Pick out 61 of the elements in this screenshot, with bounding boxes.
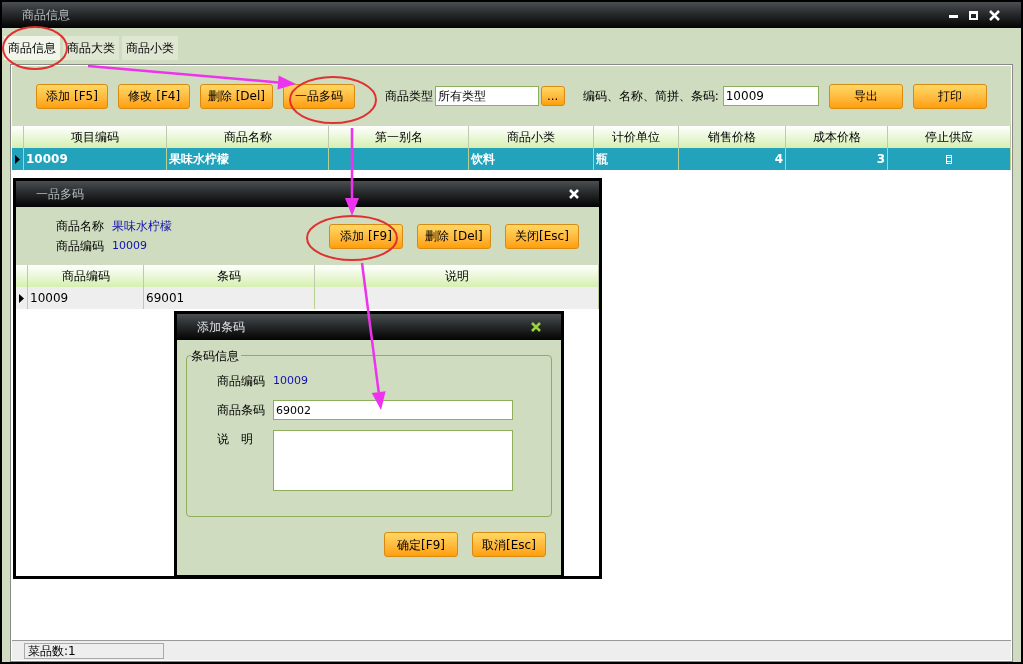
tab[interactable]: 商品小类: [122, 36, 178, 60]
field-label: 商品类型: [384, 88, 433, 105]
field-label: 商品编码: [217, 373, 265, 390]
field-label: 商品条码: [217, 402, 265, 419]
table-cell-text: 3: [876, 151, 885, 168]
field-value: 10009: [112, 237, 148, 254]
action-button[interactable]: 打印: [912, 83, 987, 109]
column-header: 条码: [144, 265, 315, 287]
row-pointer-icon: [15, 154, 20, 164]
group-label: 条码信息: [191, 347, 241, 365]
dialog-button[interactable]: 关闭[Esc]: [505, 223, 579, 249]
action-button[interactable]: 导出: [828, 83, 903, 109]
dialog-button[interactable]: 取消[Esc]: [472, 532, 546, 557]
note-field[interactable]: [273, 430, 513, 491]
column-header: 成本价格: [786, 126, 888, 148]
table-cell-text: 10009: [30, 290, 69, 307]
field-label: 编码、名称、简拼、条码:: [582, 88, 719, 105]
field-label: 说 明: [217, 431, 254, 448]
column-header: 第一别名: [329, 126, 469, 148]
row-pointer-icon: [19, 293, 24, 303]
column-header: 商品名称: [167, 126, 329, 148]
window-title: 添加条码: [197, 319, 245, 336]
close-icon[interactable]: [531, 322, 541, 332]
browse-button[interactable]: ...: [540, 86, 565, 106]
type-field[interactable]: 所有类型: [434, 86, 539, 106]
close-button[interactable]: [989, 9, 1001, 21]
maximize-button[interactable]: [969, 9, 981, 21]
tab[interactable]: 商品大类: [63, 36, 119, 60]
toolbar-button[interactable]: 一品多码: [282, 83, 355, 109]
search-field[interactable]: 10009: [722, 86, 819, 106]
table-cell-text: 69001: [146, 290, 185, 307]
table-row[interactable]: 10009 69001: [16, 287, 599, 309]
toolbar-button[interactable]: 删除 [Del]: [200, 83, 273, 109]
table-cell-text: 饮料: [471, 151, 495, 168]
toolbar-button[interactable]: 添加 [F5]: [36, 83, 109, 109]
table-cell-text: 4: [774, 151, 783, 168]
column-header: 项目编码: [24, 126, 167, 148]
barcode-field[interactable]: 69002: [273, 400, 513, 420]
dialog-button[interactable]: 确定[F9]: [384, 532, 458, 557]
column-header: 商品小类: [469, 126, 594, 148]
field-label: 商品名称: [56, 218, 104, 235]
field-value: 果味水柠檬: [112, 218, 172, 235]
column-header: 停止供应: [888, 126, 1011, 148]
table-cell-text: 瓶: [596, 151, 608, 168]
checkbox-icon: [946, 154, 952, 164]
dialog-button[interactable]: 删除 [Del]: [417, 223, 491, 249]
column-header: 商品编码: [28, 265, 144, 287]
field-label: 商品编码: [56, 238, 104, 255]
status-text: 菜品数:1: [24, 642, 164, 659]
field-value: 10009: [273, 372, 308, 389]
dialog-button[interactable]: 添加 [F9]: [329, 223, 403, 249]
window-title: 一品多码: [36, 186, 84, 203]
window-title: 商品信息: [22, 7, 70, 24]
column-header: 说明: [315, 265, 599, 287]
highlight-circle: [2, 26, 68, 70]
table-cell-text: 10009: [26, 151, 68, 168]
toolbar-button[interactable]: 修改 [F4]: [118, 83, 191, 109]
table-cell-text: 果味水柠檬: [169, 151, 229, 168]
column-header: 计价单位: [594, 126, 679, 148]
column-header: 销售价格: [679, 126, 786, 148]
tab[interactable]: 商品信息: [4, 36, 60, 60]
